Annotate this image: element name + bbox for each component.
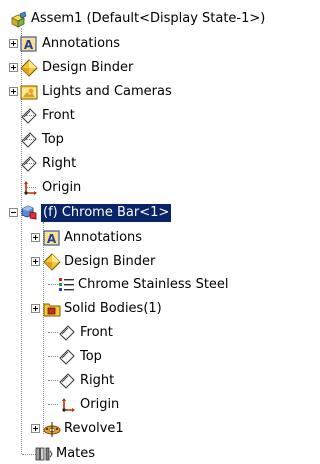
svg-text:A: A: [24, 38, 34, 52]
part-icon: [21, 205, 37, 220]
plane-icon: [59, 325, 75, 341]
design-binder-icon: [20, 59, 38, 77]
revolve-icon: [43, 422, 61, 437]
tree-item-label: Right: [80, 373, 115, 388]
tree-item-annotations[interactable]: A Annotations: [0, 34, 320, 54]
feature-manager-tree: Assem1 (Default<Display State-1>) A Anno…: [0, 0, 320, 463]
origin-icon: [62, 398, 75, 412]
tree-item-label: Front: [80, 325, 113, 340]
design-binder-icon: [43, 253, 61, 271]
tree-item-lights-cameras[interactable]: Lights and Cameras: [0, 82, 320, 102]
plane-icon: [21, 156, 37, 172]
expand-toggle[interactable]: [9, 63, 18, 72]
tree-item-label: Origin: [80, 397, 120, 412]
origin-icon: [24, 181, 37, 195]
tree-item-label: Right: [42, 156, 77, 171]
tree-item-part-annotations[interactable]: A Annotations: [0, 228, 320, 248]
tree-item-front-plane[interactable]: Front: [0, 106, 320, 126]
tree-item-part-top-plane[interactable]: Top: [0, 347, 320, 367]
tree-item-label: Annotations: [42, 36, 121, 51]
assembly-icon: [11, 11, 27, 28]
tree-item-label: Front: [42, 108, 75, 123]
tree-root-label: Assem1 (Default<Display State-1>): [31, 11, 266, 26]
tree-item-label: Annotations: [64, 230, 143, 245]
expand-toggle[interactable]: [31, 257, 40, 266]
expand-toggle[interactable]: [9, 39, 18, 48]
tree-item-mates[interactable]: Mates: [0, 444, 320, 464]
solid-bodies-icon: [43, 303, 61, 317]
tree-item-label: Solid Bodies(1): [64, 301, 162, 316]
tree-item-part-chrome-bar[interactable]: (f) Chrome Bar<1>: [0, 203, 320, 223]
tree-item-part-material[interactable]: Chrome Stainless Steel: [0, 275, 320, 295]
annotations-icon: A: [43, 230, 60, 246]
tree-item-origin[interactable]: Origin: [0, 178, 320, 198]
tree-item-label: Design Binder: [42, 60, 134, 75]
plane-icon: [21, 132, 37, 148]
tree-root-assembly[interactable]: Assem1 (Default<Display State-1>): [0, 9, 320, 29]
expand-toggle[interactable]: [9, 87, 18, 96]
expand-toggle[interactable]: [31, 424, 40, 433]
expand-toggle[interactable]: [31, 304, 40, 313]
tree-item-label: Origin: [42, 180, 82, 195]
tree-item-right-plane[interactable]: Right: [0, 154, 320, 174]
tree-item-label: Top: [80, 349, 102, 364]
annotations-icon: A: [20, 36, 37, 52]
tree-item-part-origin[interactable]: Origin: [0, 395, 320, 415]
tree-item-label: Design Binder: [64, 254, 156, 269]
plane-icon: [59, 349, 75, 365]
material-icon: [59, 278, 74, 291]
collapse-toggle[interactable]: [9, 208, 18, 217]
tree-item-label: Mates: [56, 446, 96, 461]
mates-icon: [35, 447, 53, 461]
tree-item-part-solid-bodies[interactable]: Solid Bodies(1): [0, 299, 320, 319]
tree-item-label: Revolve1: [64, 421, 124, 436]
tree-item-part-revolve[interactable]: Revolve1: [0, 419, 320, 439]
tree-item-part-right-plane[interactable]: Right: [0, 371, 320, 391]
svg-text:A: A: [47, 232, 57, 246]
tree-item-label: Top: [42, 132, 64, 147]
tree-item-part-front-plane[interactable]: Front: [0, 323, 320, 343]
lights-cameras-icon: [20, 85, 38, 100]
plane-icon: [59, 373, 75, 389]
tree-item-top-plane[interactable]: Top: [0, 130, 320, 150]
tree-item-design-binder[interactable]: Design Binder: [0, 58, 320, 78]
plane-icon: [21, 108, 37, 124]
tree-item-label: Lights and Cameras: [42, 84, 172, 99]
tree-item-part-design-binder[interactable]: Design Binder: [0, 252, 320, 272]
expand-toggle[interactable]: [31, 233, 40, 242]
tree-item-label: Chrome Stainless Steel: [78, 277, 229, 292]
tree-item-label: (f) Chrome Bar<1>: [41, 204, 172, 222]
